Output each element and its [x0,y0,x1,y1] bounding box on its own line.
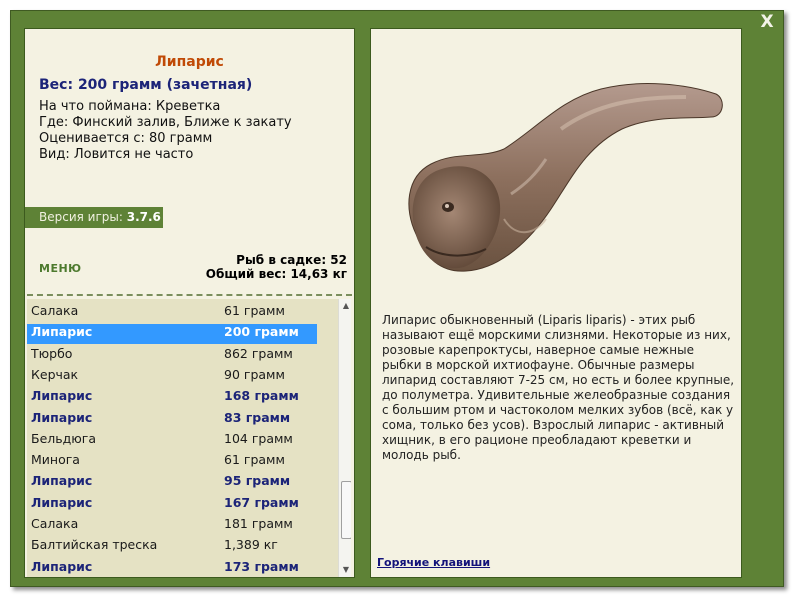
hotkeys-link[interactable]: Горячие клавиши [377,556,490,569]
catch-fish-weight: 167 грамм [224,494,299,510]
fish-location: Где: Финский залив, Ближе к закату [39,115,292,130]
catch-fish-name: Липарис [31,494,93,510]
catch-list-row[interactable]: Липарис 200 грамм [27,324,317,345]
fish-kind: Вид: Ловится не часто [39,147,194,162]
catch-list-row[interactable]: Бельдюга 104 грамм [27,431,317,451]
liparis-fish-image [408,83,723,272]
fish-description: Липарис обыкновенный (Liparis liparis) -… [382,313,735,462]
scroll-down-arrow-icon[interactable]: ▼ [339,563,351,577]
catch-list-row[interactable]: Липарис 95 грамм [27,473,317,493]
catch-fish-name: Липарис [31,388,93,404]
list-scrollbar[interactable]: ▲ ▼ [338,299,351,577]
fish-weight: Вес: 200 грамм (зачетная) [39,77,253,93]
catch-list[interactable]: Салака 61 грамм Липарис 200 грамм Тюрбо 862 г… [27,299,351,577]
catch-fish-name: Липарис [31,473,93,489]
catch-fish-weight: 200 грамм [224,324,299,340]
catch-fish-name: Салака [31,516,79,531]
right-panel: Липарис обыкновенный (Liparis liparis) -… [370,28,742,578]
scroll-up-arrow-icon[interactable]: ▲ [339,299,351,313]
catch-fish-weight: 168 грамм [224,388,299,404]
catch-fish-name: Тюрбо [31,345,73,361]
catch-fish-name: Липарис [31,324,93,340]
keepnet-total-weight: Общий вес: 14,63 кг [205,267,347,281]
version-label: Версия игры: [39,210,127,224]
catch-fish-name: Салака [31,303,79,318]
version-value: 3.7.6 [126,210,161,224]
fish-valued-from: Оценивается с: 80 грамм [39,131,213,146]
close-button[interactable]: X [758,12,776,32]
catch-list-row[interactable]: Салака 181 грамм [27,516,317,536]
fish-title: Липарис [155,54,224,70]
catch-fish-weight: 61 грамм [224,452,285,468]
catch-fish-weight: 61 грамм [224,303,285,318]
catch-fish-weight: 862 грамм [224,345,293,361]
catch-fish-weight: 83 грамм [224,409,291,425]
catch-fish-name: Керчак [31,366,79,382]
fish-bait: На что поймана: Креветка [39,99,221,114]
scroll-thumb[interactable] [341,481,351,539]
catch-list-row[interactable]: Балтийская треска 1,389 кг [27,537,317,557]
catch-fish-name: Бельдюга [31,430,97,446]
catch-fish-weight: 1,389 кг [224,537,278,553]
game-version-badge: Версия игры: 3.7.6 [25,207,163,228]
catch-fish-name: Балтийская треска [31,537,158,553]
keepnet-count: Рыб в садке: 52 [236,253,347,267]
catch-fish-weight: 104 грамм [224,430,293,446]
catch-list-row[interactable]: Липарис 167 грамм [27,495,317,515]
catch-list-row[interactable]: Липарис 83 грамм [27,410,317,430]
catch-fish-weight: 173 грамм [224,558,299,574]
catch-list-row[interactable]: Липарис 173 грамм [27,558,317,577]
catch-fish-name: Минога [31,452,80,468]
left-panel: Липарис Вес: 200 грамм (зачетная) На что… [24,28,355,578]
catch-fish-name: Липарис [31,558,93,574]
menu-button[interactable]: МЕНЮ [39,262,82,275]
catch-fish-weight: 181 грамм [224,516,293,531]
catch-list-row[interactable]: Салака 61 грамм [27,303,317,323]
catch-list-row[interactable]: Минога 61 грамм [27,452,317,472]
dashed-divider [27,294,352,296]
catch-fish-weight: 95 грамм [224,473,291,489]
catch-list-row[interactable]: Керчак 90 грамм [27,367,317,387]
catch-list-row[interactable]: Тюрбо 862 грамм [27,346,317,366]
catch-fish-name: Липарис [31,409,93,425]
catch-list-row[interactable]: Липарис 168 грамм [27,388,317,408]
catch-fish-weight: 90 грамм [224,366,285,382]
